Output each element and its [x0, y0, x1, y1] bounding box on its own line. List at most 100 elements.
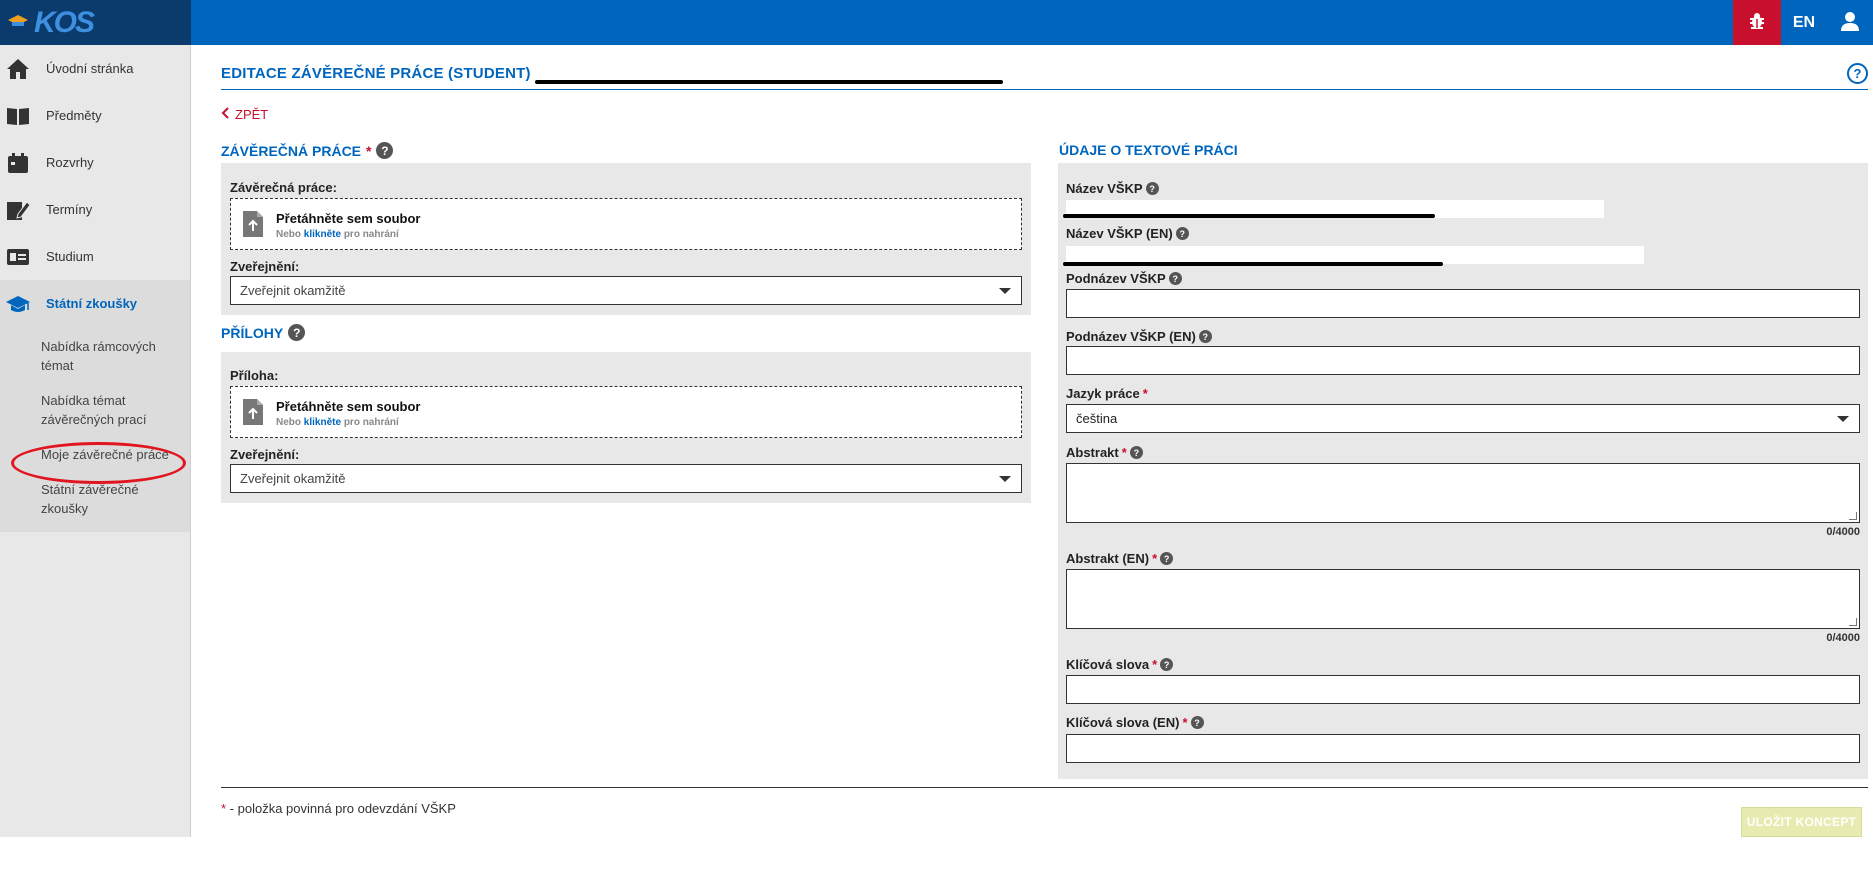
sidebar-item-label: Předměty — [46, 108, 102, 123]
dropzone-click-link[interactable]: klikněte — [304, 229, 341, 240]
keywords-input[interactable] — [1066, 675, 1860, 704]
help-icon[interactable]: ? — [1160, 658, 1174, 671]
subtitle-label: Podnázev VŠKP ? — [1066, 271, 1182, 286]
chevron-left-icon — [221, 107, 229, 122]
help-icon[interactable]: ? — [1175, 227, 1189, 240]
attachment-publish-select[interactable]: Zveřejnit okamžitě — [230, 464, 1022, 493]
thesis-publish-label: Zveřejnění: — [230, 259, 300, 274]
save-draft-button[interactable]: ULOŽIT KONCEPT — [1741, 807, 1862, 837]
back-label: ZPĚT — [235, 107, 269, 122]
top-right-controls: EN — [1733, 0, 1873, 45]
subnav-item-my-theses[interactable]: Moje závěrečné práce — [0, 437, 190, 484]
name-en-label: Název VŠKP (EN) ? — [1066, 226, 1189, 241]
redaction-bar — [535, 80, 1003, 84]
select-value: čeština — [1076, 411, 1118, 426]
help-icon[interactable]: ? — [1129, 446, 1143, 459]
sidebar: Úvodní stránka Předměty Rozvrhy Termíny … — [0, 45, 191, 837]
select-value: Zveřejnit okamžitě — [240, 283, 346, 298]
abstract-label-text: Abstrakt — [1066, 445, 1119, 460]
language-switch[interactable]: EN — [1781, 0, 1827, 45]
file-upload-icon — [242, 398, 264, 429]
text-panel: Název VŠKP ? Název VŠKP (EN) ? Podnázev … — [1058, 163, 1868, 779]
dropzone-sub-prefix: Nebo — [276, 417, 301, 428]
logo[interactable]: KOS — [0, 0, 191, 45]
sidebar-item-label: Rozvrhy — [46, 155, 94, 170]
help-icon[interactable]: ? — [1168, 272, 1182, 285]
home-icon — [6, 57, 30, 81]
required-mark: * — [1121, 445, 1127, 460]
language-select[interactable]: čeština — [1066, 404, 1860, 433]
bug-report-button[interactable] — [1733, 0, 1781, 45]
help-icon[interactable]: ? — [1190, 716, 1204, 729]
abstract-en-label: Abstrakt (EN) * ? — [1066, 551, 1174, 566]
abstract-label: Abstrakt * ? — [1066, 445, 1143, 460]
redaction-bar — [1063, 214, 1435, 218]
subnav-item-state-final-exams[interactable]: Státní závěrečné zkoušky — [0, 472, 190, 526]
help-icon[interactable]: ? — [1145, 182, 1159, 195]
sidebar-item-dates[interactable]: Termíny — [0, 186, 190, 233]
subnav-item-thesis-topics[interactable]: Nabídka témat závěrečných prací — [0, 383, 190, 437]
sidebar-item-courses[interactable]: Předměty — [0, 92, 190, 139]
caret-down-icon — [999, 476, 1011, 482]
help-icon[interactable]: ? — [376, 142, 394, 159]
keywords-en-input[interactable] — [1066, 734, 1860, 763]
keywords-en-label-text: Klíčová slova (EN) — [1066, 715, 1180, 730]
page-title-row: EDITACE ZÁVĚREČNÉ PRÁCE (STUDENT) ? — [221, 63, 1868, 90]
resize-handle-icon[interactable] — [1849, 618, 1857, 626]
help-icon[interactable]: ? — [288, 324, 306, 341]
subnav-item-label: Moje závěrečné práce — [41, 447, 169, 462]
sidebar-item-label: Státní zkoušky — [46, 296, 138, 311]
required-mark: * — [1182, 715, 1188, 730]
dropzone-click-link[interactable]: klikněte — [304, 417, 341, 428]
attachment-dropzone[interactable]: Přetáhněte sem soubor Nebo klikněte pro … — [230, 386, 1022, 438]
user-menu-button[interactable] — [1827, 0, 1873, 45]
select-value: Zveřejnit okamžitě — [240, 471, 346, 486]
subnav-item-framework-topics[interactable]: Nabídka rámcových témat — [0, 329, 190, 383]
resize-handle-icon[interactable] — [1849, 512, 1857, 520]
dropzone-main-text: Přetáhněte sem soubor — [276, 399, 421, 414]
keywords-en-label: Klíčová slova (EN) * ? — [1066, 715, 1204, 730]
abstract-en-textarea[interactable] — [1066, 569, 1860, 629]
caret-down-icon — [999, 288, 1011, 294]
dropzone-sub-text: Nebo klikněte pro nahrání — [276, 417, 399, 428]
sidebar-item-home[interactable]: Úvodní stránka — [0, 45, 190, 92]
sidebar-subnav: Nabídka rámcových témat Nabídka témat zá… — [0, 327, 190, 532]
thesis-dropzone[interactable]: Přetáhněte sem soubor Nebo klikněte pro … — [230, 198, 1022, 250]
sidebar-item-timetables[interactable]: Rozvrhy — [0, 139, 190, 186]
abstract-counter: 0/4000 — [1826, 526, 1860, 538]
help-icon[interactable]: ? — [1160, 552, 1174, 565]
attachment-publish-label: Zveřejnění: — [230, 447, 300, 462]
sidebar-item-label: Úvodní stránka — [46, 61, 134, 76]
abstract-en-counter: 0/4000 — [1826, 632, 1860, 644]
help-button[interactable]: ? — [1847, 63, 1868, 84]
language-label: Jazyk práce * — [1066, 386, 1148, 401]
bug-icon — [1747, 11, 1767, 34]
name-label-text: Název VŠKP — [1066, 181, 1143, 196]
attachments-title-text: PŘÍLOHY — [221, 324, 284, 341]
subtitle-label-text: Podnázev VŠKP — [1066, 271, 1166, 286]
footer-divider — [221, 787, 1868, 788]
dropzone-sub-suffix: pro nahrání — [343, 229, 399, 240]
sidebar-item-state-exams[interactable]: Státní zkoušky — [0, 280, 190, 327]
redaction-bar — [1063, 262, 1443, 266]
back-link[interactable]: ZPĚT — [221, 107, 268, 122]
sidebar-item-label: Termíny — [46, 202, 93, 217]
graduation-cap-logo-icon — [8, 13, 28, 32]
page-title: EDITACE ZÁVĚREČNÉ PRÁCE (STUDENT) — [221, 65, 531, 82]
subtitle-input[interactable] — [1066, 289, 1860, 318]
required-note: * - položka povinná pro odevzdání VŠKP — [221, 801, 456, 816]
help-icon[interactable]: ? — [1198, 330, 1212, 343]
attachments-section-title: PŘÍLOHY ? — [221, 324, 306, 341]
thesis-publish-select[interactable]: Zveřejnit okamžitě — [230, 276, 1022, 305]
keywords-label: Klíčová slova * ? — [1066, 657, 1174, 672]
thesis-file-label: Závěrečná práce: — [230, 180, 337, 195]
required-note-text: - položka povinná pro odevzdání VŠKP — [226, 801, 456, 816]
sidebar-item-study[interactable]: Studium — [0, 233, 190, 280]
subtitle-en-label-text: Podnázev VŠKP (EN) — [1066, 329, 1196, 344]
required-mark: * — [366, 142, 372, 159]
required-mark: * — [1142, 386, 1148, 401]
graduation-cap-icon — [6, 292, 30, 316]
subtitle-en-input[interactable] — [1066, 346, 1860, 375]
name-en-label-text: Název VŠKP (EN) — [1066, 226, 1173, 241]
abstract-textarea[interactable] — [1066, 463, 1860, 523]
